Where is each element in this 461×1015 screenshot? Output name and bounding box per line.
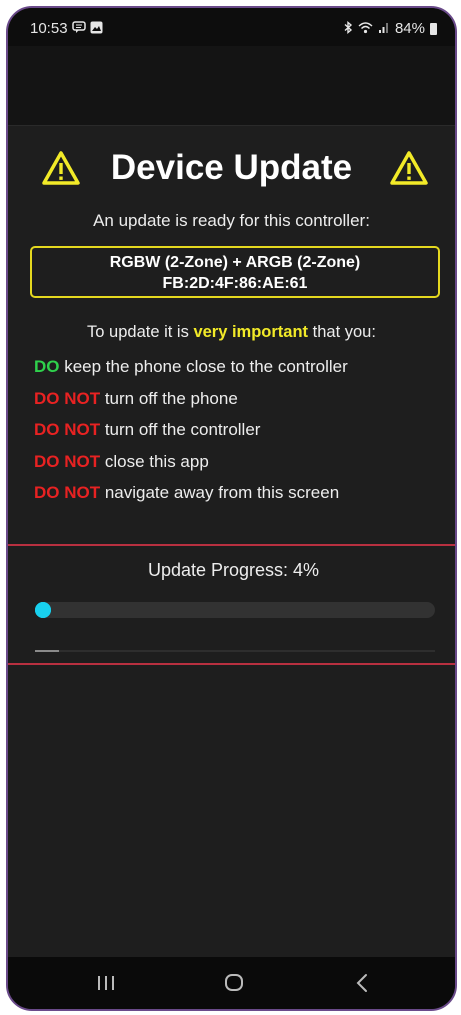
rule-text: navigate away from this screen bbox=[100, 483, 340, 502]
battery-icon bbox=[430, 22, 437, 35]
intro-prefix: To update it is bbox=[87, 323, 194, 341]
rule-item: DO NOT close this app bbox=[34, 451, 454, 483]
rules-list: DO keep the phone close to the controlle… bbox=[34, 356, 454, 514]
rule-prefix: DO NOT bbox=[34, 483, 101, 502]
rule-prefix: DO NOT bbox=[34, 388, 101, 408]
rule-text: turn off the phone bbox=[100, 388, 238, 408]
back-icon[interactable] bbox=[342, 967, 382, 999]
wifi-icon bbox=[358, 21, 373, 36]
update-ready-message: An update is ready for this controller: bbox=[93, 211, 370, 230]
message-icon bbox=[71, 21, 86, 36]
secondary-progress-fill bbox=[35, 650, 59, 652]
rule-text: close this app bbox=[100, 451, 209, 471]
progress-indicator bbox=[35, 602, 51, 618]
app-bar bbox=[8, 46, 455, 126]
status-bar: 10:53 84% bbox=[8, 8, 455, 46]
device-mac: FB:2D:4F:86:AE:61 bbox=[162, 275, 308, 292]
phone-screen: 10:53 84% Device Update An update is rea… bbox=[6, 6, 457, 1011]
home-icon[interactable] bbox=[214, 967, 254, 999]
rule-prefix: DO NOT bbox=[34, 420, 101, 439]
rule-item: DO NOT navigate away from this screen bbox=[34, 482, 454, 514]
intro-emphasis: very important bbox=[193, 323, 309, 341]
rule-text: keep the phone close to the controller bbox=[59, 357, 348, 376]
progress-label: Update Progress: 4% bbox=[147, 560, 320, 580]
status-right: 84% bbox=[343, 20, 437, 37]
recent-apps-icon[interactable] bbox=[86, 967, 126, 999]
rule-text: turn off the controller bbox=[100, 420, 261, 439]
title-row: Device Update bbox=[8, 148, 455, 192]
intro-suffix: that you: bbox=[308, 323, 376, 341]
progress-section: Update Progress: 4% bbox=[8, 544, 455, 665]
battery-percent: 84% bbox=[394, 20, 425, 37]
warning-icon bbox=[389, 150, 429, 186]
device-info-box: RGBW (2-Zone) + ARGB (2-Zone) FB:2D:4F:8… bbox=[30, 246, 440, 298]
status-left: 10:53 bbox=[30, 20, 103, 37]
rule-prefix: DO bbox=[34, 357, 60, 376]
rule-item: DO keep the phone close to the controlle… bbox=[34, 356, 454, 388]
secondary-progress-track bbox=[35, 650, 435, 652]
rule-item: DO NOT turn off the phone bbox=[34, 388, 454, 420]
rule-item: DO NOT turn off the controller bbox=[34, 419, 454, 451]
progress-bar bbox=[35, 602, 435, 618]
navigation-bar bbox=[8, 957, 455, 1009]
signal-icon bbox=[378, 21, 390, 36]
status-time: 10:53 bbox=[30, 20, 68, 37]
instructions-intro: To update it is very important that you: bbox=[8, 323, 455, 342]
rule-prefix: DO NOT bbox=[34, 451, 101, 471]
bluetooth-icon bbox=[343, 21, 353, 36]
device-name: RGBW (2-Zone) + ARGB (2-Zone) bbox=[109, 254, 361, 271]
gallery-icon bbox=[90, 21, 103, 36]
page-title: Device Update bbox=[110, 148, 353, 187]
